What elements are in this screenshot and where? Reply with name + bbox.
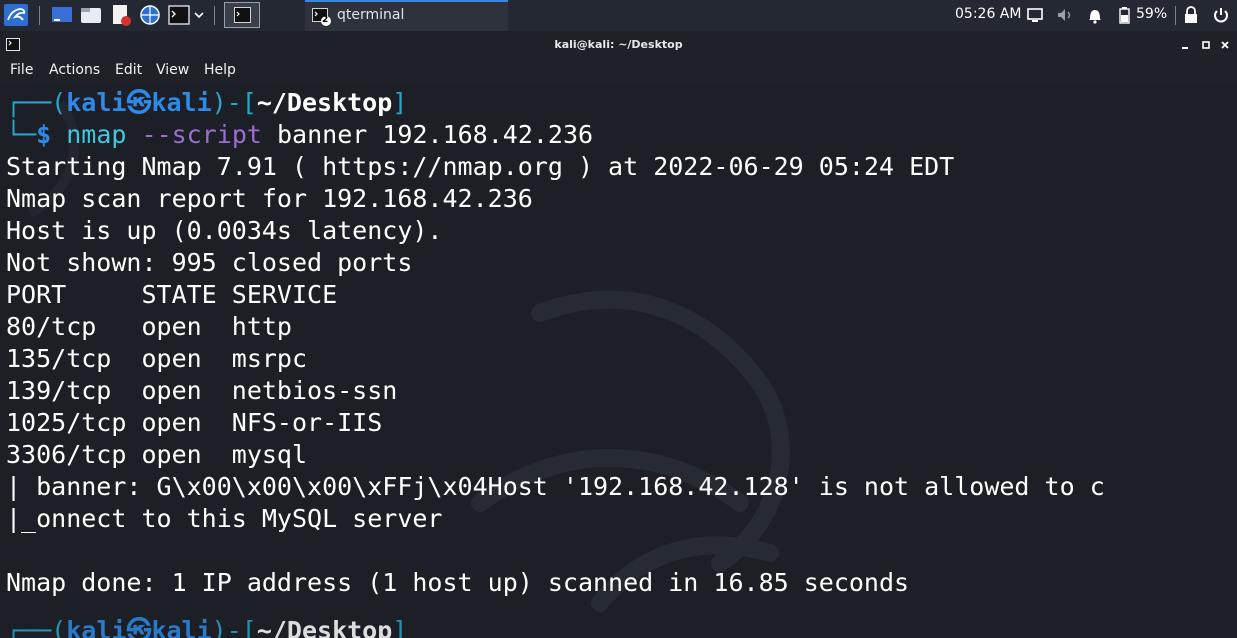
terminal-launcher-icon[interactable]	[168, 4, 190, 26]
prompt-at-icon: ㉿	[126, 616, 152, 638]
show-desktop-icon[interactable]	[51, 4, 73, 26]
menu-edit[interactable]: Edit	[115, 62, 142, 78]
output-line: 139/tcp open netbios-ssn	[6, 376, 398, 405]
screen-icon[interactable]	[1027, 7, 1043, 23]
prompt-line-2: └─$ nmap --script banner 192.168.42.236	[6, 119, 593, 151]
prompt-at-icon: ㉿	[126, 88, 152, 117]
text-editor-icon[interactable]	[110, 4, 132, 26]
prompt-path: ~/Desktop	[256, 616, 393, 638]
volume-icon[interactable]	[1057, 7, 1075, 23]
prompt-frame-mid: )-[	[211, 616, 257, 638]
workspace-icon	[234, 7, 251, 23]
prompt-line-1: ┌──(kali㉿kali)-[~/Desktop]	[6, 87, 407, 119]
window-title: kali@kali: ~/Desktop	[554, 38, 683, 51]
prompt-corner: └─	[6, 120, 37, 149]
taskbar-label: qterminal	[337, 7, 405, 23]
window-titlebar[interactable]: kali@kali: ~/Desktop	[0, 31, 1237, 59]
output-line: 3306/tcp open mysql	[6, 440, 308, 469]
output-line: Nmap scan report for 192.168.42.236	[6, 184, 533, 213]
battery-icon[interactable]	[1116, 6, 1132, 24]
clock[interactable]: 05:26 AM	[955, 6, 1021, 22]
lock-icon[interactable]	[1184, 6, 1198, 24]
task-badge: 2	[322, 15, 329, 25]
prompt-frame-close: ]	[392, 616, 408, 638]
menu-bar: File Actions Edit View Help	[0, 59, 1237, 83]
command-args: banner 192.168.42.236	[277, 120, 594, 149]
output-line: Not shown: 995 closed ports	[6, 248, 413, 277]
command-flag: --script	[141, 120, 262, 149]
output-line: | banner: G\x00\x00\x00\xFFj\x04Host '19…	[6, 472, 1105, 501]
panel-separator	[39, 6, 40, 25]
prompt-path: ~/Desktop	[256, 88, 393, 117]
prompt-frame-close: ]	[392, 88, 408, 117]
menu-help[interactable]: Help	[204, 62, 236, 78]
workspace-switcher[interactable]	[224, 2, 260, 28]
output-line: 1025/tcp open NFS-or-IIS	[6, 408, 383, 437]
output-line: 135/tcp open msrpc	[6, 344, 308, 373]
prompt-frame-open: ┌──(	[6, 88, 67, 117]
output-line: 80/tcp open http	[6, 312, 292, 341]
minimize-icon[interactable]	[1179, 39, 1191, 51]
output-line: Host is up (0.0034s latency).	[6, 216, 443, 245]
maximize-icon[interactable]	[1200, 39, 1212, 51]
menu-view[interactable]: View	[156, 62, 189, 78]
prompt-user: kali	[66, 88, 127, 117]
taskbar-item-qterminal[interactable]: 2 qterminal	[305, 0, 508, 31]
output-line: PORT STATE SERVICE	[6, 280, 338, 309]
menu-file[interactable]: File	[10, 62, 33, 78]
battery-percent: 59%	[1136, 6, 1168, 22]
power-icon[interactable]	[1213, 7, 1229, 23]
menu-actions[interactable]: Actions	[49, 62, 100, 78]
dropdown-chevron-icon[interactable]	[193, 4, 205, 26]
kali-menu-icon[interactable]	[4, 4, 28, 26]
output-line: Starting Nmap 7.91 ( https://nmap.org ) …	[6, 152, 955, 181]
panel-separator	[214, 6, 215, 25]
browser-icon[interactable]	[139, 4, 161, 26]
terminal-output-area[interactable]: ┌──(kali㉿kali)-[~/Desktop] └─$ nmap --sc…	[0, 83, 1237, 638]
output-line: Nmap done: 1 IP address (1 host up) scan…	[6, 568, 910, 597]
prompt-user: kali	[66, 616, 127, 638]
close-icon[interactable]	[1219, 39, 1231, 51]
prompt-host: kali	[151, 88, 212, 117]
notification-bell-icon[interactable]	[1087, 6, 1103, 24]
top-panel: 2 qterminal 05:26 AM 59%	[0, 0, 1237, 31]
prompt-frame-mid: )-[	[211, 88, 257, 117]
panel-separator	[1175, 6, 1176, 25]
file-manager-icon[interactable]	[80, 4, 102, 26]
output-line: |_onnect to this MySQL server	[6, 504, 443, 533]
command-name: nmap	[66, 120, 127, 149]
prompt-host: kali	[151, 616, 212, 638]
prompt-dollar: $	[36, 120, 52, 149]
next-prompt-line: ┌──(kali㉿kali)-[~/Desktop]	[6, 615, 407, 638]
prompt-frame-open: ┌──(	[6, 616, 67, 638]
